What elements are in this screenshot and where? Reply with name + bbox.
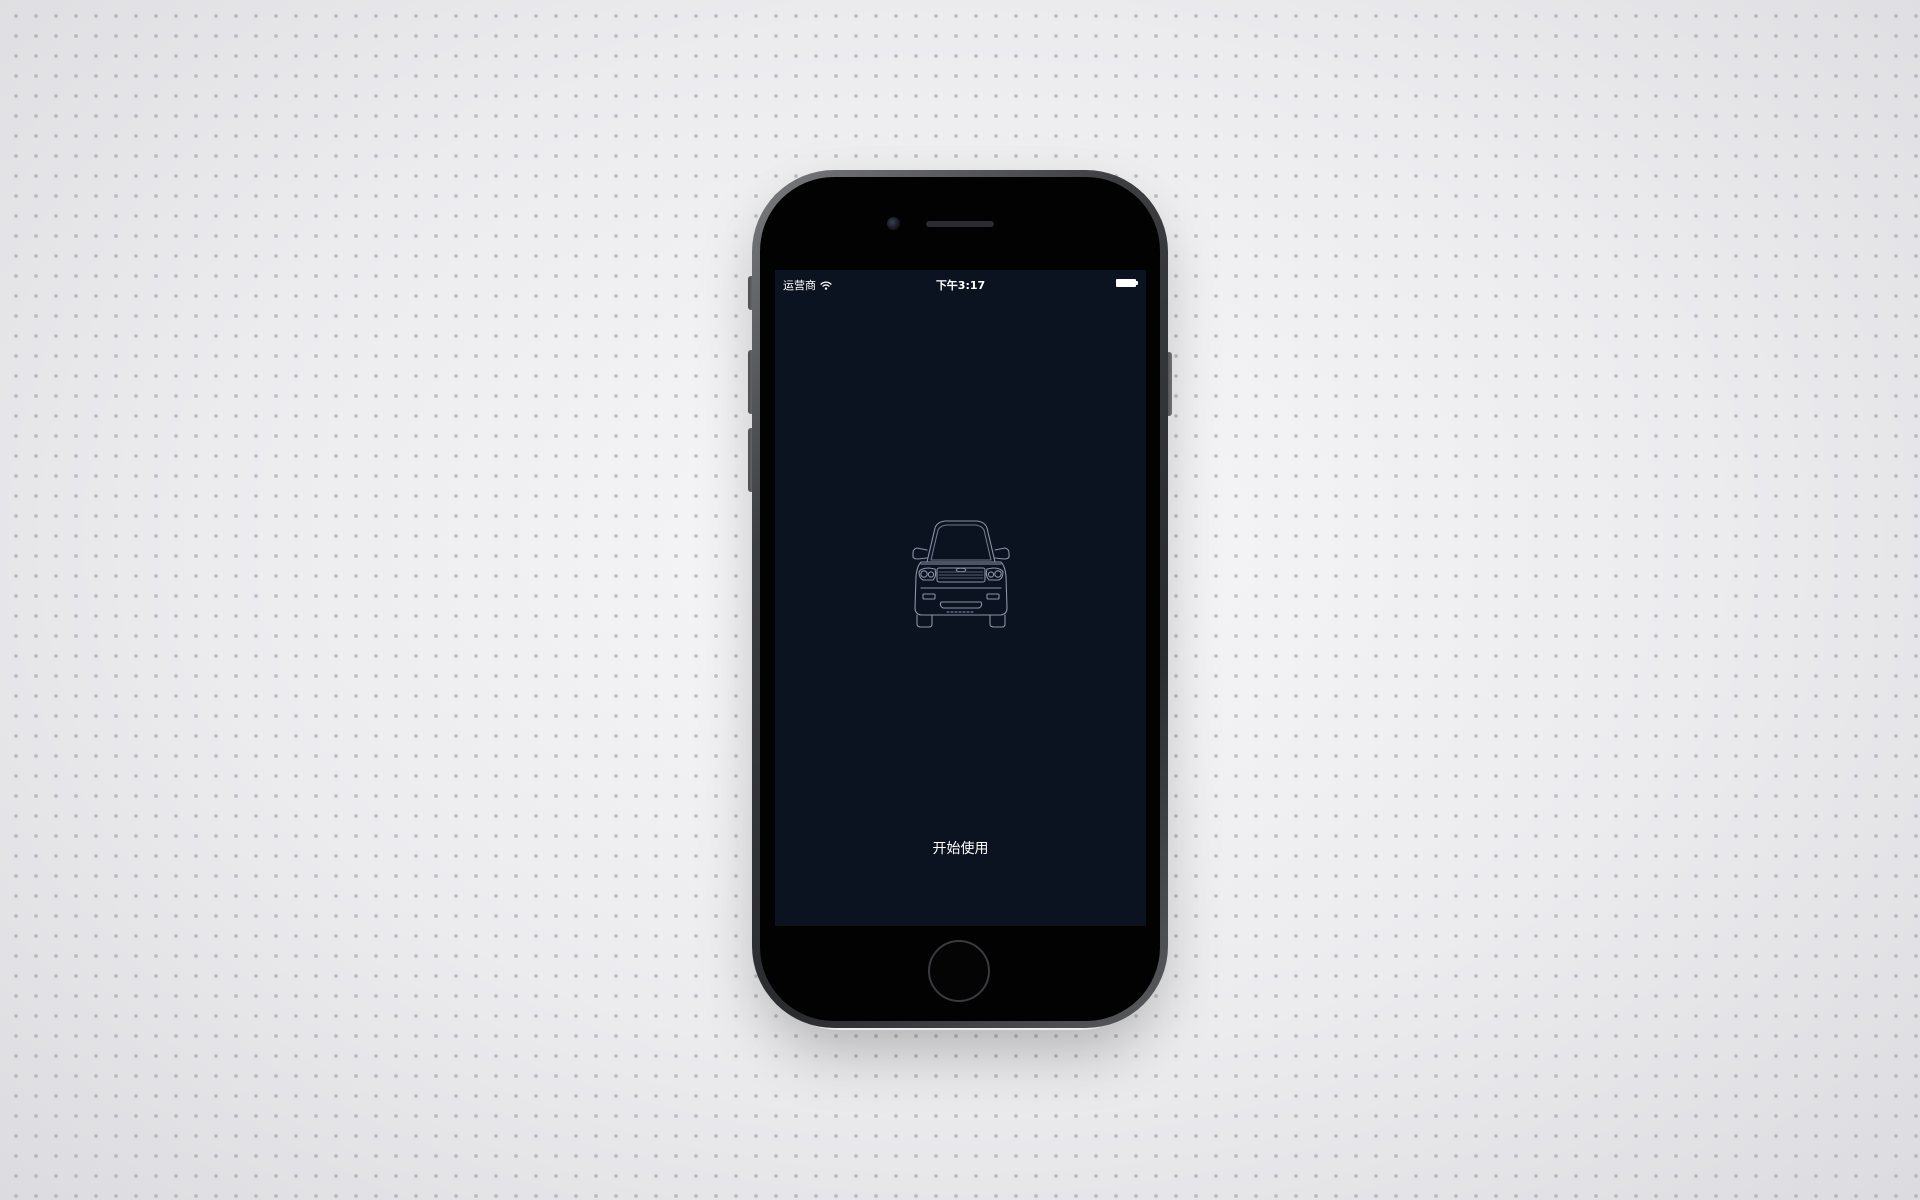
front-camera <box>887 217 900 230</box>
status-time: 下午3:17 <box>935 279 986 292</box>
car-front-outline-icon <box>912 520 1010 628</box>
status-bar: 运营商 下午3:17 <box>775 270 1146 296</box>
earpiece-speaker <box>926 221 994 227</box>
start-button[interactable]: 开始使用 <box>875 834 1046 864</box>
battery-icon <box>1116 279 1138 287</box>
phone-screen: 运营商 下午3:17 开始使用 <box>775 270 1146 926</box>
home-button[interactable] <box>928 940 990 1002</box>
